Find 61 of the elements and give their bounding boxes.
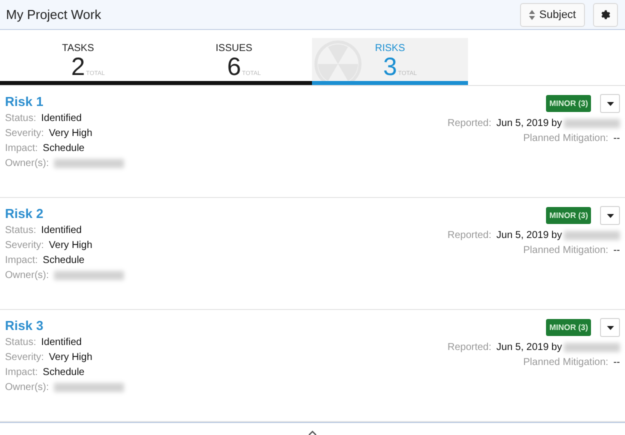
- caret-icon: [606, 326, 614, 330]
- field-value: Identified: [41, 337, 82, 348]
- severity-badge: MINOR (3): [546, 319, 591, 336]
- reported-value: Jun 5, 2019 by: [496, 230, 562, 242]
- tab-count: 3: [383, 54, 398, 80]
- sort-button[interactable]: Subject: [520, 2, 585, 27]
- reported-label: Reported:: [447, 342, 492, 354]
- field-label: Status:: [5, 337, 36, 348]
- field-value: Identified: [41, 225, 82, 236]
- field-label: Impact:: [5, 367, 38, 378]
- field-label: Severity:: [5, 128, 44, 140]
- mitigation-label: Planned Mitigation:: [523, 133, 608, 144]
- field-label: Severity:: [5, 240, 44, 252]
- field-label: Status:: [5, 225, 36, 236]
- tab-label: RISKS: [374, 43, 405, 54]
- caret-icon: [606, 102, 614, 106]
- reported-label: Reported:: [447, 118, 492, 130]
- field-label: Impact:: [5, 143, 38, 154]
- field-label: Status:: [5, 113, 36, 124]
- risk-title-link[interactable]: Risk 3: [5, 318, 448, 334]
- reported-value: Jun 5, 2019 by: [496, 342, 562, 354]
- sort-icon: [529, 10, 536, 20]
- settings-button[interactable]: [593, 2, 618, 27]
- redacted-name: [564, 343, 620, 352]
- field-value: Schedule: [42, 143, 84, 154]
- redacted-name: [564, 119, 620, 128]
- dropdown-button[interactable]: [600, 94, 620, 114]
- dropdown-button[interactable]: [600, 206, 620, 226]
- radiation-icon: [314, 40, 362, 82]
- page-title: My Project Work: [6, 7, 102, 22]
- risk-title-link[interactable]: Risk 2: [5, 206, 448, 222]
- field-label: Owner(s):: [5, 270, 49, 282]
- mitigation-label: Planned Mitigation:: [523, 245, 608, 256]
- severity-badge: MINOR (3): [546, 95, 591, 112]
- tab-label: TASKS: [62, 43, 94, 54]
- caret-icon: [606, 214, 614, 218]
- reported-value: Jun 5, 2019 by: [496, 118, 562, 130]
- field-value: Identified: [41, 113, 82, 124]
- field-value: Very High: [48, 128, 92, 140]
- mitigation-value: --: [613, 245, 620, 256]
- dropdown-button[interactable]: [600, 318, 620, 338]
- field-value: Very High: [48, 352, 92, 364]
- field-label: Owner(s):: [5, 158, 49, 170]
- field-label: Owner(s):: [5, 382, 49, 394]
- redacted-name: [564, 231, 620, 240]
- settings-icon: [600, 9, 611, 20]
- field-label: Impact:: [5, 255, 38, 266]
- risk-title-link[interactable]: Risk 1: [5, 94, 448, 110]
- tab-count: 6: [227, 54, 242, 80]
- mitigation-value: --: [613, 357, 620, 368]
- field-value: Schedule: [42, 367, 84, 378]
- field-value: Schedule: [42, 255, 84, 266]
- field-value: Very High: [48, 240, 92, 252]
- severity-badge: MINOR (3): [546, 207, 591, 224]
- tab-count: 2: [71, 54, 86, 80]
- field-label: Severity:: [5, 352, 44, 364]
- collapse-caret-icon[interactable]: [308, 430, 317, 435]
- mitigation-label: Planned Mitigation:: [523, 357, 608, 368]
- mitigation-value: --: [613, 133, 620, 144]
- tab-label: ISSUES: [216, 43, 252, 54]
- reported-label: Reported:: [447, 230, 492, 242]
